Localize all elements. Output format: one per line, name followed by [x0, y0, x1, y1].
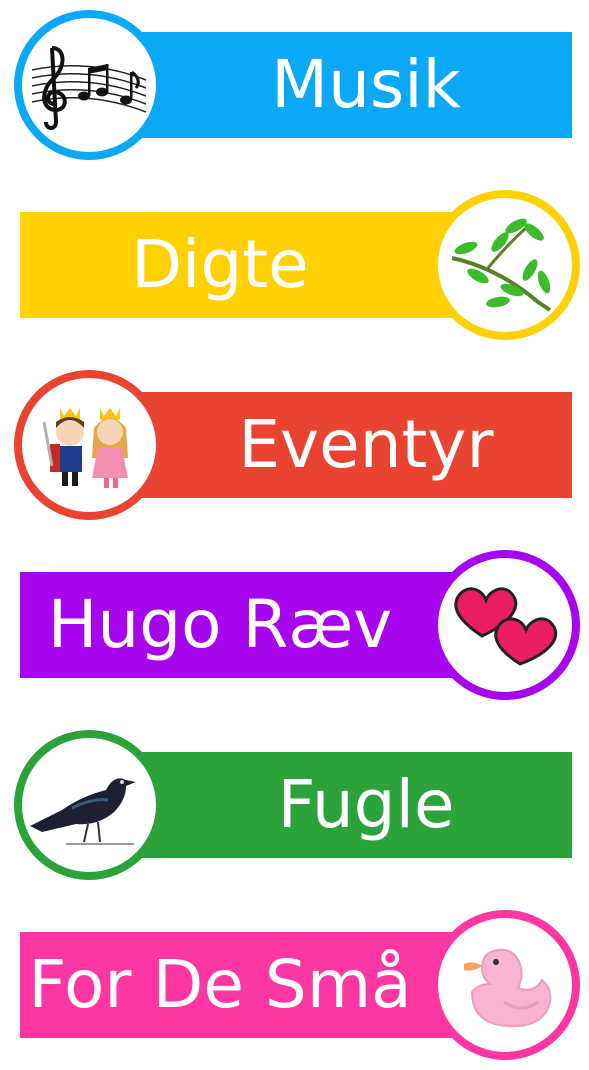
category-fugle[interactable]: Fugle — [0, 720, 589, 880]
category-hugo-raev[interactable]: Hugo Ræv — [0, 540, 589, 700]
category-bar[interactable]: For De Små — [20, 932, 460, 1038]
category-label: For De Små — [28, 946, 412, 1023]
category-digte[interactable]: Digte — [0, 180, 589, 340]
category-label: Eventyr — [238, 406, 494, 483]
rubber-duck-icon[interactable] — [430, 910, 580, 1060]
category-label: Digte — [131, 226, 309, 303]
category-bar[interactable]: Hugo Ræv — [20, 572, 460, 678]
category-label: Fugle — [277, 766, 455, 843]
category-for-de-smaa[interactable]: For De Små — [0, 900, 589, 1060]
category-label: Hugo Ræv — [47, 586, 393, 663]
category-bar[interactable]: Digte — [20, 212, 460, 318]
category-bar[interactable]: Eventyr — [120, 392, 572, 498]
hearts-icon[interactable] — [430, 550, 580, 700]
blackbird-icon[interactable] — [14, 730, 164, 880]
category-eventyr[interactable]: Eventyr — [0, 360, 589, 520]
category-bar[interactable]: Fugle — [120, 752, 572, 858]
category-label: Musik — [271, 46, 461, 123]
category-bar[interactable]: Musik — [120, 32, 572, 138]
prince-princess-icon[interactable] — [14, 370, 164, 520]
category-musik[interactable]: Musik — [0, 0, 589, 160]
leaf-branch-icon[interactable] — [430, 190, 580, 340]
music-notes-icon[interactable] — [14, 10, 164, 160]
